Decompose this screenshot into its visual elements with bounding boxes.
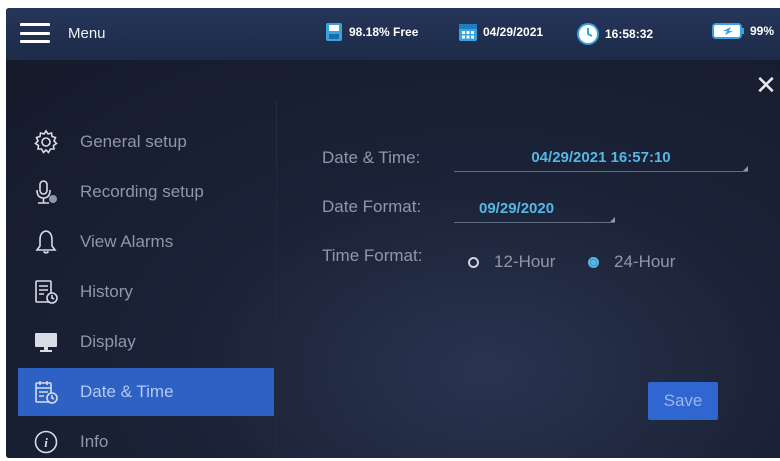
radio-12-hour-indicator: [468, 256, 479, 268]
sidebar: General setup Recording setup View Alarm…: [18, 118, 274, 458]
device-screen: Menu 98.18% Free 04/29/2021 16:58:32 99%: [6, 8, 780, 458]
datetime-label: Date & Time:: [322, 148, 421, 167]
date-format-label: Date Format:: [322, 197, 422, 216]
radio-12-hour-label: 12-Hour: [494, 252, 556, 271]
history-icon: [32, 278, 60, 306]
date-status: 04/29/2021: [458, 22, 543, 42]
settings-panel: ✕ General setup Recording setup View Ala…: [6, 60, 780, 458]
monitor-icon: [32, 328, 60, 356]
sidebar-item-label: Display: [80, 332, 136, 351]
radio-24-hour-label: 24-Hour: [614, 252, 676, 271]
storage-free-text: 98.18% Free: [349, 25, 419, 39]
close-icon[interactable]: ✕: [754, 72, 778, 98]
menu-label: Menu: [68, 24, 106, 42]
time-text: 16:58:32: [605, 27, 654, 41]
menu-button[interactable]: Menu: [20, 18, 170, 48]
date-text: 04/29/2021: [483, 25, 544, 39]
date-format-field[interactable]: 09/29/2020: [454, 200, 615, 223]
storage-status: 98.18% Free: [324, 22, 418, 42]
sidebar-item-general-setup[interactable]: General setup: [18, 118, 274, 166]
sidebar-item-label: View Alarms: [80, 232, 174, 251]
calendar-icon: [458, 22, 478, 42]
battery-status: 99%: [711, 22, 774, 40]
datetime-value: 04/29/2021 16:57:10: [531, 149, 671, 166]
calendar-clock-icon: [32, 378, 60, 406]
sidebar-item-view-alarms[interactable]: View Alarms: [18, 218, 274, 266]
sidebar-item-label: History: [80, 282, 133, 301]
sidebar-item-info[interactable]: i Info: [18, 418, 274, 458]
sidebar-item-label: General setup: [80, 132, 187, 151]
menu-icon: [20, 23, 50, 43]
top-status-bar: Menu 98.18% Free 04/29/2021 16:58:32 99%: [6, 8, 780, 60]
time-format-label: Time Format:: [322, 246, 423, 265]
datetime-field[interactable]: 04/29/2021 16:57:10: [454, 149, 748, 172]
radio-12-hour[interactable]: 12-Hour: [468, 252, 555, 272]
sidebar-item-label: Info: [80, 432, 109, 451]
battery-icon: [711, 22, 745, 40]
sidebar-item-history[interactable]: History: [18, 268, 274, 316]
sidebar-item-label: Recording setup: [80, 182, 204, 201]
radio-24-hour[interactable]: 24-Hour: [588, 252, 675, 272]
sidebar-item-date-time[interactable]: Date & Time: [18, 368, 274, 416]
bell-icon: [32, 228, 60, 256]
date-format-value: 09/29/2020: [479, 200, 555, 217]
clock-icon: [576, 22, 600, 46]
sidebar-item-recording-setup[interactable]: Recording setup: [18, 168, 274, 216]
time-status: 16:58:32: [576, 22, 653, 46]
gear-icon: [32, 128, 60, 156]
panel-divider: [276, 100, 277, 450]
info-icon: i: [32, 428, 60, 456]
battery-text: 99%: [750, 24, 775, 38]
radio-24-hour-indicator: [588, 256, 599, 268]
storage-icon: [324, 22, 344, 42]
microphone-icon: [32, 178, 60, 206]
sidebar-item-label: Date & Time: [80, 382, 174, 401]
svg-text:i: i: [44, 435, 48, 450]
sidebar-item-display[interactable]: Display: [18, 318, 274, 366]
save-button[interactable]: Save: [648, 382, 718, 420]
